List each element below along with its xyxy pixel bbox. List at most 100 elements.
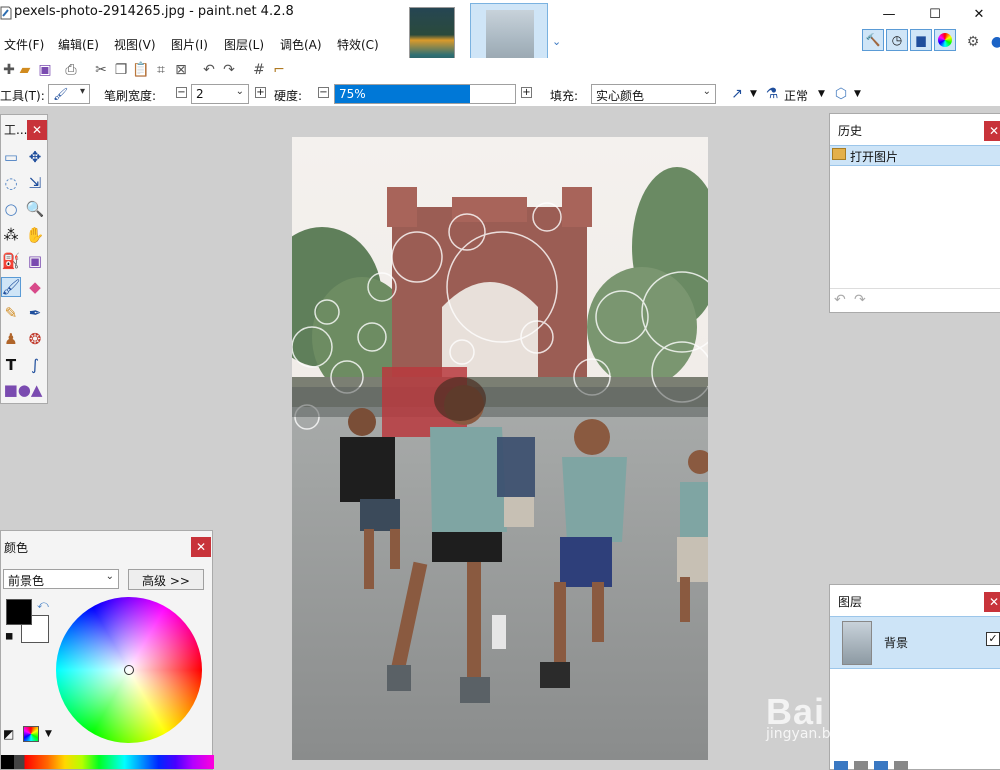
palette-icon[interactable]	[23, 726, 39, 742]
hardness-value: 75%	[339, 87, 366, 101]
menu-image[interactable]: 图片(I)	[171, 36, 208, 53]
minimize-icon: —	[882, 6, 896, 22]
redo-icon[interactable]: ↷	[220, 61, 238, 79]
menu-view[interactable]: 视图(V)	[114, 36, 156, 53]
color-wheel[interactable]	[56, 597, 202, 743]
zoom-icon[interactable]: 🔍	[25, 199, 45, 219]
paste-icon[interactable]: 📋	[132, 61, 150, 79]
save-icon[interactable]: ▣	[36, 61, 54, 79]
line-curve-icon[interactable]: ∫	[25, 355, 45, 375]
brush-width-decrease-button[interactable]: −	[176, 87, 187, 98]
history-window-button[interactable]: ◷	[886, 29, 908, 51]
chevron-down-icon[interactable]: ▼	[45, 729, 52, 739]
primary-color-swatch[interactable]	[6, 599, 32, 625]
swap-colors-icon[interactable]: ⤺	[37, 598, 49, 612]
tool-selector[interactable]: 🖌 ▾	[48, 84, 90, 104]
add-to-palette-icon[interactable]: ◩	[3, 727, 14, 741]
tools-panel-title: 工...	[4, 123, 28, 137]
gear-icon[interactable]: ⚙	[964, 33, 982, 51]
lasso-select-icon[interactable]: ◌	[1, 173, 21, 193]
antialiasing-icon[interactable]: ↗	[728, 85, 746, 103]
help-icon[interactable]: ●	[988, 33, 1000, 51]
colors-window-button[interactable]	[934, 29, 956, 51]
undo-icon[interactable]: ↶	[200, 61, 218, 79]
hardness-slider[interactable]: 75%	[334, 84, 516, 104]
chevron-down-icon[interactable]: ▼	[818, 89, 825, 99]
ellipse-select-icon[interactable]: ○	[1, 199, 21, 219]
merge-layer-icon[interactable]	[894, 761, 908, 770]
blend-mode-value[interactable]: 正常	[784, 87, 808, 104]
close-icon: ✕	[195, 540, 207, 554]
menu-layers[interactable]: 图层(L)	[224, 36, 264, 53]
color-wheel-cursor[interactable]	[124, 665, 134, 675]
color-picker-icon[interactable]: ✒	[25, 303, 45, 323]
paint-bucket-icon[interactable]: ⛽	[1, 251, 21, 271]
pan-icon[interactable]: ✋	[25, 225, 45, 245]
chevron-down-icon[interactable]: ▼	[750, 89, 757, 99]
brush-width-increase-button[interactable]: +	[255, 87, 266, 98]
print-icon[interactable]: ⎙	[62, 61, 80, 79]
move-selected-icon[interactable]: ✥	[25, 147, 45, 167]
maximize-button[interactable]: ☐	[912, 0, 958, 28]
undo-icon[interactable]: ↶	[834, 292, 846, 308]
layers-window-button[interactable]: ▆	[910, 29, 932, 51]
layers-panel-close-button[interactable]: ✕	[984, 592, 1000, 612]
maximize-icon: ☐	[929, 6, 941, 22]
chevron-down-icon[interactable]: ▼	[854, 89, 861, 99]
magic-wand-icon[interactable]: ⁂	[1, 225, 21, 245]
color-wheel-icon	[938, 33, 952, 47]
deselect-icon[interactable]: ⊠	[172, 61, 190, 79]
paintbrush-icon[interactable]: 🖌	[1, 277, 21, 297]
reset-colors-icon[interactable]: ◼	[5, 631, 13, 642]
tools-window-button[interactable]: 🔨	[862, 29, 884, 51]
shapes-icon[interactable]: ■●▲	[3, 380, 43, 400]
image-canvas[interactable]	[292, 137, 708, 760]
menu-effects[interactable]: 特效(C)	[337, 36, 379, 53]
grid-icon[interactable]: #	[250, 61, 268, 79]
layer-item[interactable]: 背景 ✓	[830, 616, 1000, 669]
palette-strip[interactable]	[1, 755, 214, 769]
layers-panel: 图层 ✕ 背景 ✓	[829, 584, 1000, 770]
hardness-increase-button[interactable]: +	[521, 87, 532, 98]
selection-mode-icon[interactable]: ⬡	[832, 85, 850, 103]
eraser-icon[interactable]: ◆	[25, 277, 45, 297]
chevron-down-icon: ⌄	[235, 86, 244, 97]
paintbrush-icon: 🖌	[53, 87, 69, 101]
chevron-down-icon[interactable]: ⌄	[552, 35, 561, 48]
hammer-icon: 🔨	[865, 33, 881, 47]
hardness-decrease-button[interactable]: −	[318, 87, 329, 98]
ruler-icon[interactable]: ⌐	[270, 61, 288, 79]
menu-edit[interactable]: 编辑(E)	[58, 36, 99, 53]
move-selection-icon[interactable]: ⇲	[25, 173, 45, 193]
color-mode-select[interactable]: 前景色 ⌄	[3, 569, 119, 589]
colors-panel-close-button[interactable]: ✕	[191, 537, 211, 557]
open-icon[interactable]: ▰	[16, 61, 34, 79]
history-item[interactable]: 打开图片	[830, 145, 1000, 166]
layer-thumbnail	[842, 621, 872, 665]
add-layer-icon[interactable]	[834, 761, 848, 770]
minimize-button[interactable]: —	[866, 0, 912, 28]
copy-icon[interactable]: ❐	[112, 61, 130, 79]
history-panel-close-button[interactable]: ✕	[984, 121, 1000, 141]
fill-select[interactable]: 实心颜色 ⌄	[591, 84, 716, 104]
layer-visibility-checkbox[interactable]: ✓	[986, 632, 1000, 646]
brush-width-input[interactable]: 2 ⌄	[191, 84, 249, 104]
clone-stamp-icon[interactable]: ♟	[1, 329, 21, 349]
menu-file[interactable]: 文件(F)	[4, 36, 44, 53]
delete-layer-icon[interactable]	[854, 761, 868, 770]
pencil-icon[interactable]: ✎	[1, 303, 21, 323]
text-icon[interactable]: T	[1, 355, 21, 375]
duplicate-layer-icon[interactable]	[874, 761, 888, 770]
crop-icon[interactable]: ⌗	[152, 61, 170, 79]
redo-icon[interactable]: ↷	[854, 292, 866, 308]
advanced-button[interactable]: 高级 >>	[128, 569, 204, 590]
tools-panel-close-button[interactable]: ✕	[27, 120, 47, 140]
cut-icon[interactable]: ✂	[92, 61, 110, 79]
menu-adjustments[interactable]: 调色(A)	[280, 36, 322, 53]
chevron-down-icon: ⌄	[105, 571, 114, 582]
rectangle-select-icon[interactable]: ▭	[1, 147, 21, 167]
recolor-icon[interactable]: ❂	[25, 329, 45, 349]
close-window-button[interactable]: ✕	[958, 0, 1000, 28]
fill-value: 实心颜色	[596, 89, 645, 103]
gradient-icon[interactable]: ▣	[25, 251, 45, 271]
